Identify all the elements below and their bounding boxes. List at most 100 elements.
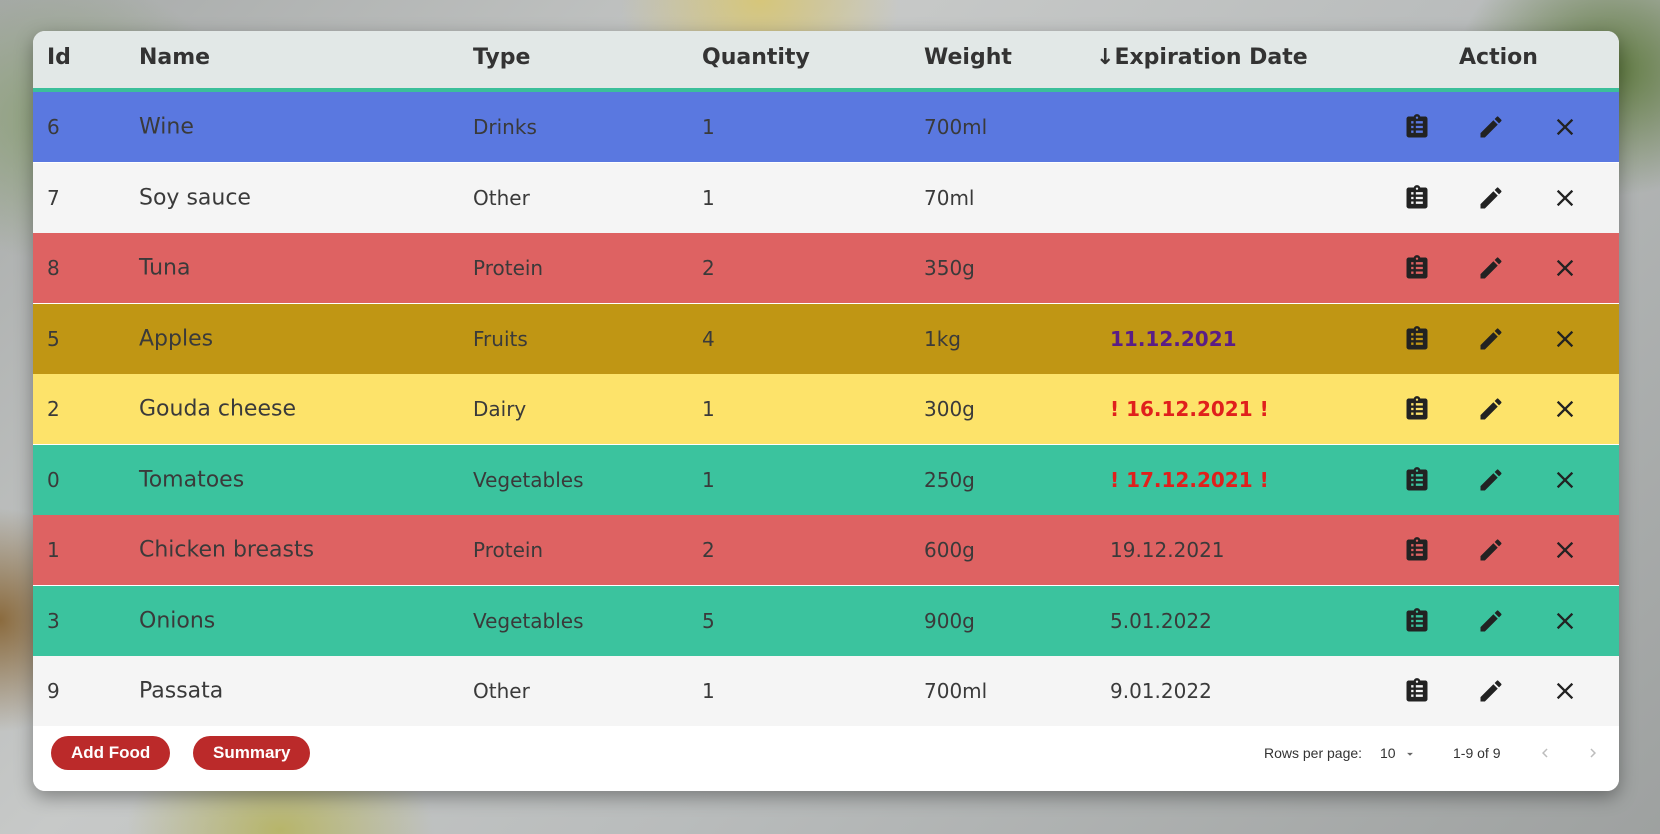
cell-expiration: 11.12.2021: [1110, 326, 1237, 351]
cell-name: Onions: [139, 608, 216, 633]
pencil-icon[interactable]: [1477, 325, 1505, 353]
cell-id: 1: [47, 538, 60, 562]
close-icon[interactable]: [1551, 325, 1579, 353]
clipboard-list-icon[interactable]: [1403, 466, 1431, 494]
cell-weight: 700ml: [924, 679, 988, 703]
cell-type: Vegetables: [473, 608, 584, 633]
cell-quantity: 1: [702, 467, 715, 492]
close-icon[interactable]: [1551, 254, 1579, 282]
rows-per-page-select[interactable]: 10: [1380, 745, 1417, 761]
pencil-icon[interactable]: [1477, 113, 1505, 141]
clipboard-list-icon[interactable]: [1403, 254, 1431, 282]
close-icon[interactable]: [1551, 395, 1579, 423]
cell-quantity: 1: [702, 679, 715, 703]
pencil-icon[interactable]: [1477, 395, 1505, 423]
clipboard-list-icon[interactable]: [1403, 113, 1431, 141]
cell-name: Chicken breasts: [139, 537, 315, 563]
cell-expiration: 9.01.2022: [1110, 679, 1212, 703]
pencil-icon[interactable]: [1477, 536, 1505, 564]
close-icon[interactable]: [1551, 113, 1579, 141]
pencil-icon[interactable]: [1477, 184, 1505, 212]
close-icon[interactable]: [1551, 677, 1579, 705]
clipboard-list-icon[interactable]: [1403, 395, 1431, 423]
table-row[interactable]: 2 Gouda cheese Dairy 1 300g ! 16.12.2021 !: [33, 374, 1619, 444]
clipboard-list-icon[interactable]: [1403, 607, 1431, 635]
cell-expiration: ! 16.12.2021 !: [1110, 397, 1269, 421]
cell-type: Other: [473, 185, 530, 210]
clipboard-list-icon[interactable]: [1403, 536, 1431, 564]
cell-quantity: 2: [702, 538, 715, 562]
cell-weight: 350g: [924, 256, 975, 280]
cell-name: Soy sauce: [139, 185, 251, 210]
clipboard-list-icon[interactable]: [1403, 677, 1431, 705]
cell-name: Tuna: [139, 255, 191, 281]
cell-type: Protein: [473, 538, 544, 562]
add-food-button[interactable]: Add Food: [51, 736, 171, 770]
table-row[interactable]: 8 Tuna Protein 2 350g: [33, 233, 1619, 303]
previous-page-icon[interactable]: [1536, 744, 1554, 762]
cell-name: Gouda cheese: [139, 396, 296, 422]
cell-expiration: 19.12.2021: [1110, 538, 1225, 562]
cell-type: Protein: [473, 256, 544, 280]
header-type[interactable]: Type: [473, 45, 530, 70]
cell-id: 7: [47, 185, 60, 210]
cell-quantity: 2: [702, 256, 715, 280]
table-row[interactable]: 9 Passata Other 1 700ml 9.01.2022: [33, 656, 1619, 726]
dropdown-arrow-icon: [1407, 753, 1414, 757]
next-page-icon[interactable]: [1584, 744, 1602, 762]
summary-button[interactable]: Summary: [193, 736, 311, 770]
cell-expiration: ! 17.12.2021 !: [1110, 467, 1269, 492]
cell-weight: 900g: [924, 608, 975, 633]
cell-weight: 700ml: [924, 115, 988, 139]
clipboard-list-icon[interactable]: [1403, 184, 1431, 212]
close-icon[interactable]: [1551, 536, 1579, 564]
close-icon[interactable]: [1551, 607, 1579, 635]
cell-name: Wine: [139, 114, 194, 140]
rows-per-page-label: Rows per page:: [1264, 745, 1363, 761]
header-id[interactable]: Id: [47, 45, 71, 70]
cell-quantity: 1: [702, 115, 715, 139]
header-name[interactable]: Name: [139, 45, 210, 70]
close-icon[interactable]: [1551, 184, 1579, 212]
cell-type: Other: [473, 679, 530, 703]
table-row[interactable]: 0 Tomatoes Vegetables 1 250g ! 17.12.2021 !: [33, 444, 1619, 515]
header-action: Action: [1459, 45, 1538, 70]
table-header: Id Name Type Quantity Weight ↓Expiration…: [33, 31, 1619, 92]
cell-name: Passata: [139, 678, 224, 704]
cell-type: Drinks: [473, 115, 537, 139]
cell-weight: 600g: [924, 538, 975, 562]
cell-quantity: 1: [702, 185, 715, 210]
sort-arrow-icon: ↓: [1096, 45, 1115, 70]
food-table-card: Id Name Type Quantity Weight ↓Expiration…: [33, 31, 1619, 791]
pencil-icon[interactable]: [1477, 466, 1505, 494]
cell-weight: 1kg: [924, 326, 962, 351]
cell-quantity: 1: [702, 397, 715, 421]
cell-weight: 300g: [924, 397, 975, 421]
header-weight[interactable]: Weight: [924, 45, 1012, 70]
table-row[interactable]: 7 Soy sauce Other 1 70ml: [33, 162, 1619, 233]
header-expiration-date[interactable]: ↓Expiration Date: [1096, 45, 1308, 70]
table-row[interactable]: 1 Chicken breasts Protein 2 600g 19.12.2021: [33, 515, 1619, 585]
cell-id: 8: [47, 256, 60, 280]
pencil-icon[interactable]: [1477, 677, 1505, 705]
cell-name: Tomatoes: [139, 467, 245, 492]
cell-id: 3: [47, 608, 60, 633]
table-row[interactable]: 6 Wine Drinks 1 700ml: [33, 92, 1619, 162]
cell-type: Fruits: [473, 326, 528, 351]
table-row[interactable]: 3 Onions Vegetables 5 900g 5.01.2022: [33, 585, 1619, 656]
cell-type: Vegetables: [473, 467, 584, 492]
clipboard-list-icon[interactable]: [1403, 325, 1431, 353]
table-row[interactable]: 5 Apples Fruits 4 1kg 11.12.2021: [33, 303, 1619, 374]
table-footer: Add Food Summary Rows per page: 10 1-9 o…: [33, 726, 1619, 791]
header-quantity[interactable]: Quantity: [702, 45, 810, 70]
cell-name: Apples: [139, 326, 214, 351]
pencil-icon[interactable]: [1477, 254, 1505, 282]
cell-weight: 250g: [924, 467, 975, 492]
close-icon[interactable]: [1551, 466, 1579, 494]
cell-expiration: 5.01.2022: [1110, 608, 1212, 633]
header-expiration-label: Expiration Date: [1114, 45, 1308, 70]
pencil-icon[interactable]: [1477, 607, 1505, 635]
cell-quantity: 4: [702, 326, 715, 351]
cell-id: 0: [47, 467, 60, 492]
cell-type: Dairy: [473, 397, 527, 421]
